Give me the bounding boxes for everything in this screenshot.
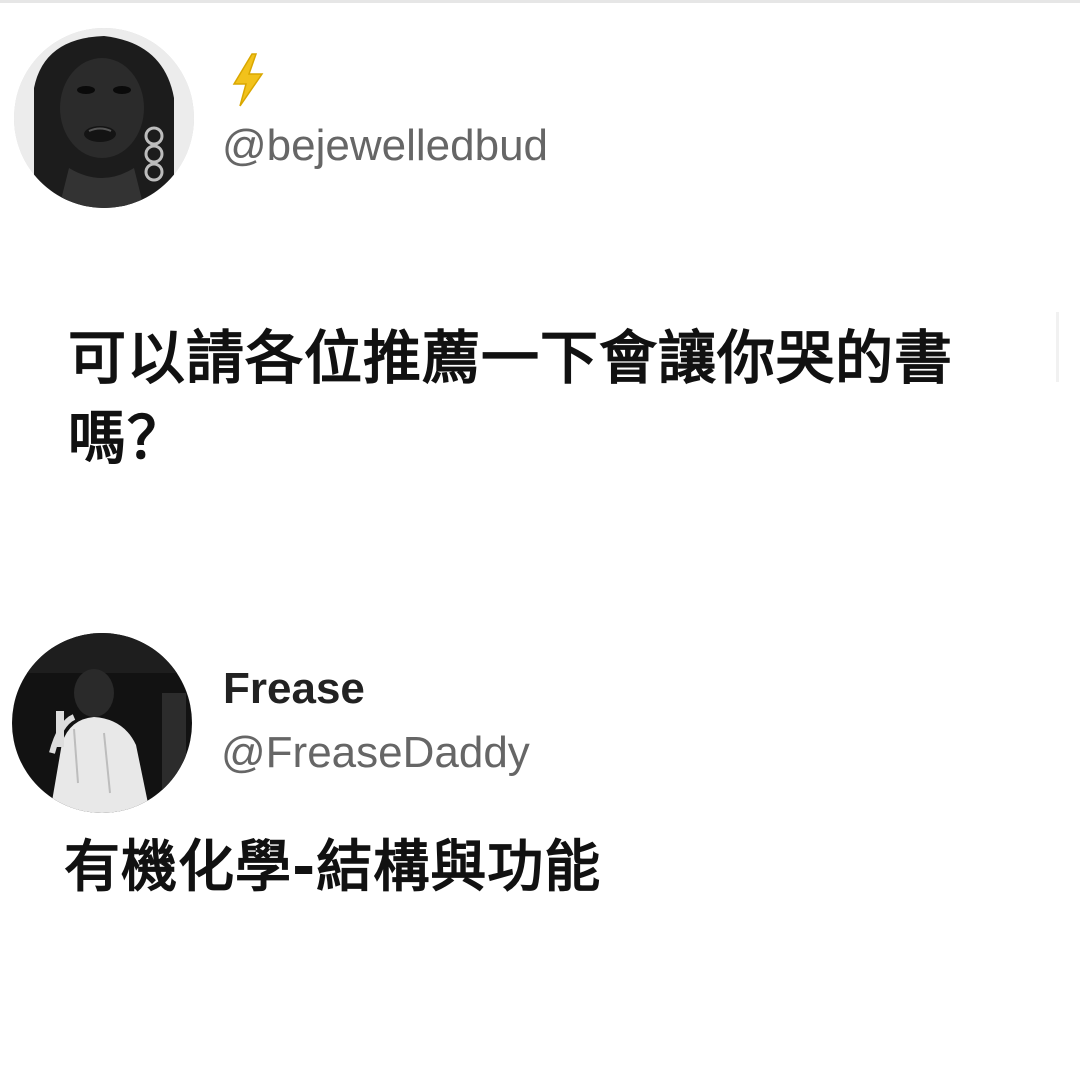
- lightning-bolt-icon: [228, 52, 268, 108]
- post-text: 有機化學-結構與功能: [64, 835, 602, 900]
- avatar-photo: [14, 28, 194, 208]
- user-handle[interactable]: @bejewelledbud: [222, 124, 548, 168]
- post-text: 可以請各位推薦一下會讓你哭的書嗎？: [68, 324, 954, 472]
- display-name[interactable]: Frease: [223, 667, 365, 711]
- avatar-freasedaddy[interactable]: [12, 633, 192, 813]
- post-1: @bejewelledbud 可以請各位推薦一下會讓你哭的書嗎？: [0, 0, 1080, 560]
- post-2: Frease @FreaseDaddy 有機化學-結構與功能: [0, 600, 1080, 1080]
- avatar-bejewelledbud[interactable]: [14, 28, 194, 208]
- avatar-photo: [12, 633, 192, 813]
- user-handle[interactable]: @FreaseDaddy: [221, 731, 530, 775]
